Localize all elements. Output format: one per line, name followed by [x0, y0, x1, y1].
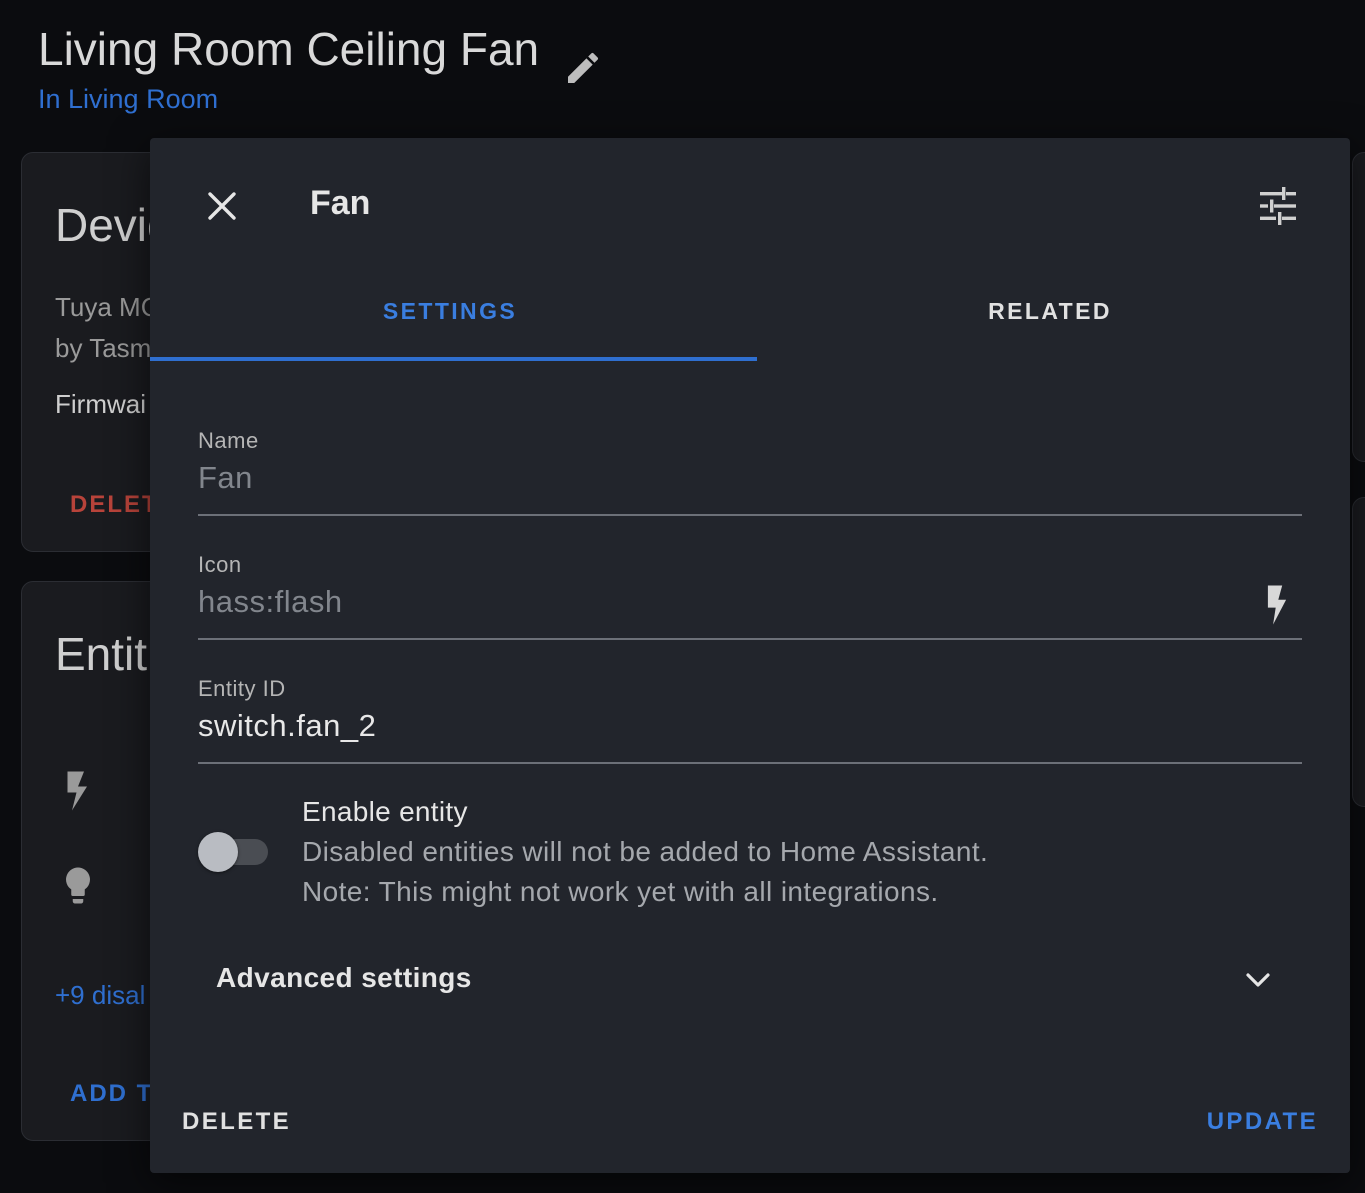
flash-icon [1267, 585, 1287, 625]
side-card [1352, 152, 1365, 462]
flash-icon [67, 771, 87, 811]
tab-related[interactable]: RELATED [750, 298, 1350, 325]
name-field-label: Name [198, 428, 259, 453]
tab-settings[interactable]: SETTINGS [150, 298, 750, 325]
pencil-icon[interactable] [563, 48, 603, 88]
chevron-down-icon [1246, 973, 1270, 987]
enable-entity-description: Disabled entities will not be added to H… [302, 836, 989, 867]
toggle-thumb [198, 832, 238, 872]
lightbulb-icon [66, 867, 90, 904]
disabled-entities-link[interactable]: +9 disal [55, 980, 145, 1011]
entity-settings-dialog: Fan SETTINGS RELATED Name Icon Entity ID [150, 138, 1350, 1173]
page-title: Living Room Ceiling Fan [38, 23, 540, 75]
device-firmware: Firmwai [55, 389, 146, 419]
device-model: Tuya MC [55, 292, 160, 322]
entity-id-field-label: Entity ID [198, 676, 286, 701]
enable-entity-toggle[interactable] [198, 832, 274, 876]
active-tab-indicator [150, 357, 757, 361]
dialog-title: Fan [310, 184, 371, 222]
area-link[interactable]: In Living Room [38, 84, 218, 115]
device-manufacturer: by Tasm [55, 333, 152, 363]
tune-icon[interactable] [1254, 182, 1302, 230]
advanced-settings-label: Advanced settings [216, 962, 472, 993]
add-to-lovelace-button[interactable]: ADD T [70, 1080, 153, 1108]
side-card [1352, 497, 1365, 807]
device-delete-button[interactable]: DELET [70, 491, 159, 519]
icon-field: Icon [198, 552, 1302, 640]
icon-input[interactable] [198, 582, 1238, 622]
enable-entity-label: Enable entity [302, 796, 468, 827]
delete-button[interactable]: DELETE [182, 1108, 291, 1136]
update-button[interactable]: UPDATE [1207, 1108, 1318, 1136]
close-icon[interactable] [198, 182, 246, 230]
name-field: Name [198, 428, 1302, 516]
enable-entity-note: Note: This might not work yet with all i… [302, 876, 939, 907]
advanced-settings-expander[interactable]: Advanced settings [198, 938, 1302, 1018]
entities-card-heading: Entit [55, 628, 148, 680]
icon-field-label: Icon [198, 552, 242, 577]
entity-id-input[interactable] [198, 706, 1238, 746]
name-input[interactable] [198, 458, 1238, 498]
entity-id-field: Entity ID [198, 676, 1302, 764]
